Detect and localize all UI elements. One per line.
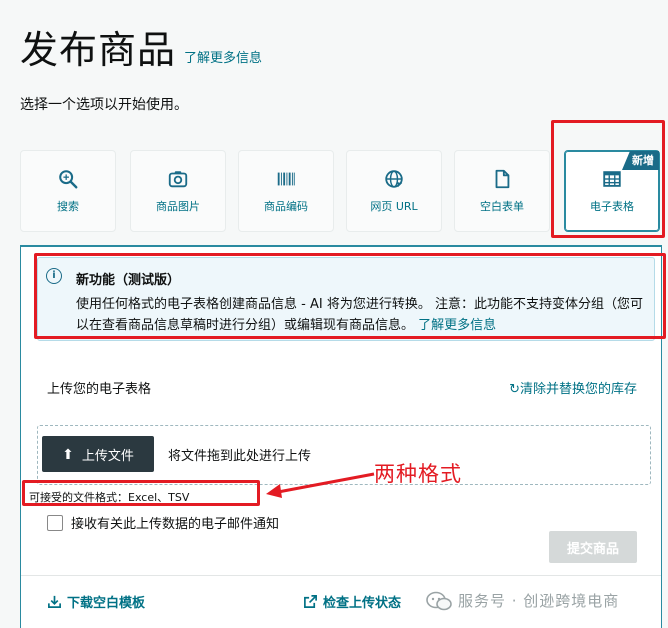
option-spreadsheet[interactable]: 新增 电子表格	[564, 150, 660, 232]
search-icon	[59, 170, 78, 189]
alert-body: 使用任何格式的电子表格创建商品信息 - AI 将为您进行转换。 注意：此功能不支…	[76, 294, 648, 336]
clear-replace-link[interactable]: ↻清除并替换您的库存	[509, 378, 637, 397]
upload-arrow-icon: ⬆	[62, 445, 74, 462]
upload-file-button[interactable]: ⬆ 上传文件	[42, 436, 154, 472]
new-badge: 新增	[622, 151, 659, 170]
option-product-image[interactable]: 商品图片	[130, 150, 226, 232]
alert-title: 新功能（测试版）	[76, 273, 181, 288]
camera-icon	[168, 171, 188, 188]
upload-panel: i 新功能（测试版） 使用任何格式的电子表格创建商品信息 - AI 将为您进行转…	[20, 245, 662, 628]
footer-divider	[21, 575, 661, 576]
page-title: 发布商品	[20, 28, 177, 72]
check-status-label: 检查上传状态	[323, 596, 402, 611]
annotation-arrow-icon	[266, 472, 375, 498]
alert-text: 使用任何格式的电子表格创建商品信息 - AI 将为您进行转换。 注意：此功能不支…	[76, 297, 643, 333]
annotation-text: 两种格式	[374, 462, 462, 486]
option-label: 商品编码	[264, 200, 308, 213]
option-label: 网页 URL	[370, 200, 418, 213]
email-notify-row[interactable]: 接收有关此上传数据的电子邮件通知	[47, 513, 279, 532]
external-link-icon	[304, 595, 317, 608]
upload-button-label: 上传文件	[81, 447, 134, 463]
option-label: 商品图片	[156, 200, 200, 213]
listing-options: 搜索 商品图片 商品编码 网页 URL 空白表单 新增 电子表格	[20, 150, 664, 236]
watermark: 服务号 · 创逊跨境电商	[426, 590, 619, 611]
clear-replace-label: 清除并替换您的库存	[519, 382, 637, 397]
globe-icon	[385, 170, 403, 188]
watermark-text: 服务号 · 创逊跨境电商	[458, 592, 620, 610]
option-web-url[interactable]: 网页 URL	[346, 150, 442, 232]
learn-more-link[interactable]: 了解更多信息	[184, 47, 262, 66]
option-label: 空白表单	[480, 200, 524, 213]
alert-learn-more-link[interactable]: 了解更多信息	[418, 318, 496, 333]
option-product-code[interactable]: 商品编码	[238, 150, 334, 232]
spreadsheet-icon	[603, 171, 621, 187]
option-search[interactable]: 搜索	[20, 150, 116, 232]
submit-products-button[interactable]: 提交商品	[549, 531, 637, 563]
option-label: 搜索	[57, 200, 79, 213]
document-icon	[495, 169, 510, 189]
barcode-icon	[277, 172, 295, 186]
check-status-link[interactable]: 检查上传状态	[303, 592, 401, 611]
download-template-label: 下载空白模板	[67, 596, 146, 611]
option-blank-form[interactable]: 空白表单	[454, 150, 550, 232]
title-row: 发布商品 了解更多信息	[20, 28, 262, 72]
download-template-link[interactable]: 下载空白模板	[47, 592, 145, 611]
refresh-icon: ↻	[509, 382, 520, 397]
option-label: 电子表格	[590, 200, 634, 213]
page-subtitle: 选择一个选项以开始使用。	[20, 97, 188, 113]
drop-hint: 将文件拖到此处进行上传	[168, 449, 312, 464]
download-icon	[48, 595, 61, 608]
new-feature-alert: i 新功能（测试版） 使用任何格式的电子表格创建商品信息 - AI 将为您进行转…	[37, 257, 655, 341]
upload-section-label: 上传您的电子表格	[47, 382, 152, 397]
accepted-formats: 可接受的文件格式：Excel、TSV	[29, 491, 190, 504]
wechat-logo-icon	[426, 591, 452, 610]
email-notify-checkbox[interactable]	[47, 514, 63, 531]
email-notify-label: 接收有关此上传数据的电子邮件通知	[71, 517, 280, 532]
info-icon: i	[46, 268, 62, 284]
